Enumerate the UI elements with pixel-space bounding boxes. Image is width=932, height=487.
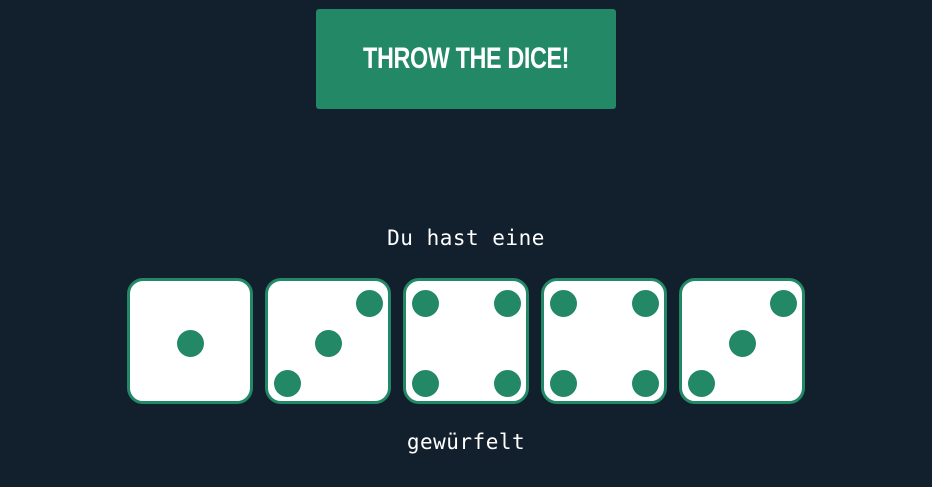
die-pip [493, 289, 521, 317]
die-pip [549, 369, 577, 397]
die-pip [411, 289, 439, 317]
die-4 [541, 278, 667, 404]
die-pip [769, 289, 797, 317]
die-pip [728, 329, 756, 357]
throw-dice-label: THROW THE DICE! [362, 42, 570, 75]
die-3 [403, 278, 529, 404]
die-pip [411, 369, 439, 397]
die-pip [176, 329, 204, 357]
die-pip [273, 369, 301, 397]
die-1 [127, 278, 253, 404]
result-text-prefix: Du hast eine [387, 226, 545, 250]
die-2 [265, 278, 391, 404]
die-pip [631, 289, 659, 317]
die-pip [314, 329, 342, 357]
die-pip [631, 369, 659, 397]
dice-row [127, 278, 807, 404]
result-text-suffix: gewürfelt [406, 430, 526, 454]
die-pip [493, 369, 521, 397]
die-pip [355, 289, 383, 317]
die-pip [549, 289, 577, 317]
throw-dice-button[interactable]: THROW THE DICE! [316, 9, 616, 109]
die-5 [679, 278, 805, 404]
die-pip [687, 369, 715, 397]
